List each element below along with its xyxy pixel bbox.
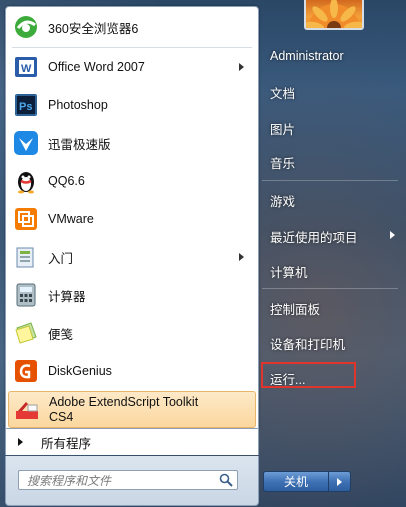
program-extendscript[interactable]: Adobe ExtendScript Toolkit CS4 (8, 391, 256, 428)
divider (262, 288, 398, 289)
chevron-right-icon (337, 478, 342, 486)
program-qq[interactable]: QQ6.6 (8, 163, 256, 199)
program-label: 便笺 (48, 327, 74, 342)
svg-text:W: W (21, 63, 32, 75)
pictures-link[interactable]: 图片 (270, 119, 295, 138)
word-icon: W (12, 53, 40, 81)
sticky-notes-icon (12, 319, 40, 347)
program-thunder[interactable]: 迅雷极速版 (8, 125, 256, 161)
program-label: QQ6.6 (48, 174, 85, 188)
search-placeholder: 搜索程序和文件 (27, 474, 112, 488)
getting-started-icon (12, 243, 40, 271)
search-icon[interactable] (219, 473, 233, 487)
user-picture[interactable] (304, 0, 364, 30)
extendscript-icon (13, 396, 41, 424)
divider (12, 47, 252, 48)
photoshop-icon: Ps (12, 91, 40, 119)
all-programs-button[interactable]: 所有程序 (5, 429, 259, 455)
submenu-arrow-icon (239, 253, 244, 261)
shutdown-options-button[interactable] (329, 471, 351, 492)
program-label: 入门 (48, 251, 74, 266)
devices-printers-link[interactable]: 设备和打印机 (270, 334, 345, 353)
program-vmware[interactable]: VMware (8, 201, 256, 237)
expand-arrow-icon (18, 438, 23, 446)
program-label: Adobe ExtendScript Toolkit (49, 394, 199, 409)
divider (262, 180, 398, 181)
music-link[interactable]: 音乐 (270, 153, 295, 172)
programs-panel: 360安全浏览器6 W Office Word 2007 Ps Photosho… (5, 6, 259, 429)
program-diskgenius[interactable]: DiskGenius (8, 353, 256, 389)
program-photoshop[interactable]: Ps Photoshop (8, 87, 256, 123)
search-area: 搜索程序和文件 (5, 456, 259, 506)
program-label: VMware (48, 212, 94, 226)
program-calculator[interactable]: 计算器 (8, 277, 256, 313)
submenu-arrow-icon (239, 63, 244, 71)
computer-link[interactable]: 计算机 (270, 262, 308, 281)
all-programs-label: 所有程序 (41, 436, 92, 451)
qq-penguin-icon (12, 167, 40, 195)
browser-360-icon (12, 13, 40, 41)
vmware-icon (12, 205, 40, 233)
run-highlight-box (261, 362, 356, 388)
submenu-arrow-icon (390, 231, 395, 239)
program-360-browser[interactable]: 360安全浏览器6 (8, 9, 256, 45)
program-label: DiskGenius (48, 364, 112, 378)
user-folder-link[interactable]: Administrator (270, 49, 344, 63)
recent-items-label: 最近使用的项目 (270, 231, 358, 245)
recent-items-link[interactable]: 最近使用的项目 (270, 227, 400, 246)
program-word[interactable]: W Office Word 2007 (8, 49, 256, 85)
program-label: Photoshop (48, 98, 108, 112)
control-panel-link[interactable]: 控制面板 (270, 299, 320, 318)
search-input[interactable]: 搜索程序和文件 (18, 470, 238, 490)
program-sticky-notes[interactable]: 便笺 (8, 315, 256, 351)
program-label: 迅雷极速版 (48, 137, 111, 152)
shutdown-button[interactable]: 关机 (263, 471, 329, 492)
documents-link[interactable]: 文档 (270, 83, 295, 102)
diskgenius-icon (12, 357, 40, 385)
calculator-icon (12, 281, 40, 309)
program-label: Office Word 2007 (48, 60, 145, 74)
flower-icon (306, 0, 362, 28)
games-link[interactable]: 游戏 (270, 191, 295, 210)
thunder-icon (12, 129, 40, 157)
program-label: 计算器 (48, 289, 86, 304)
svg-text:Ps: Ps (19, 101, 32, 113)
program-getting-started[interactable]: 入门 (8, 239, 256, 275)
program-label: 360安全浏览器6 (48, 21, 139, 36)
program-label-line2: CS4 (49, 409, 74, 424)
